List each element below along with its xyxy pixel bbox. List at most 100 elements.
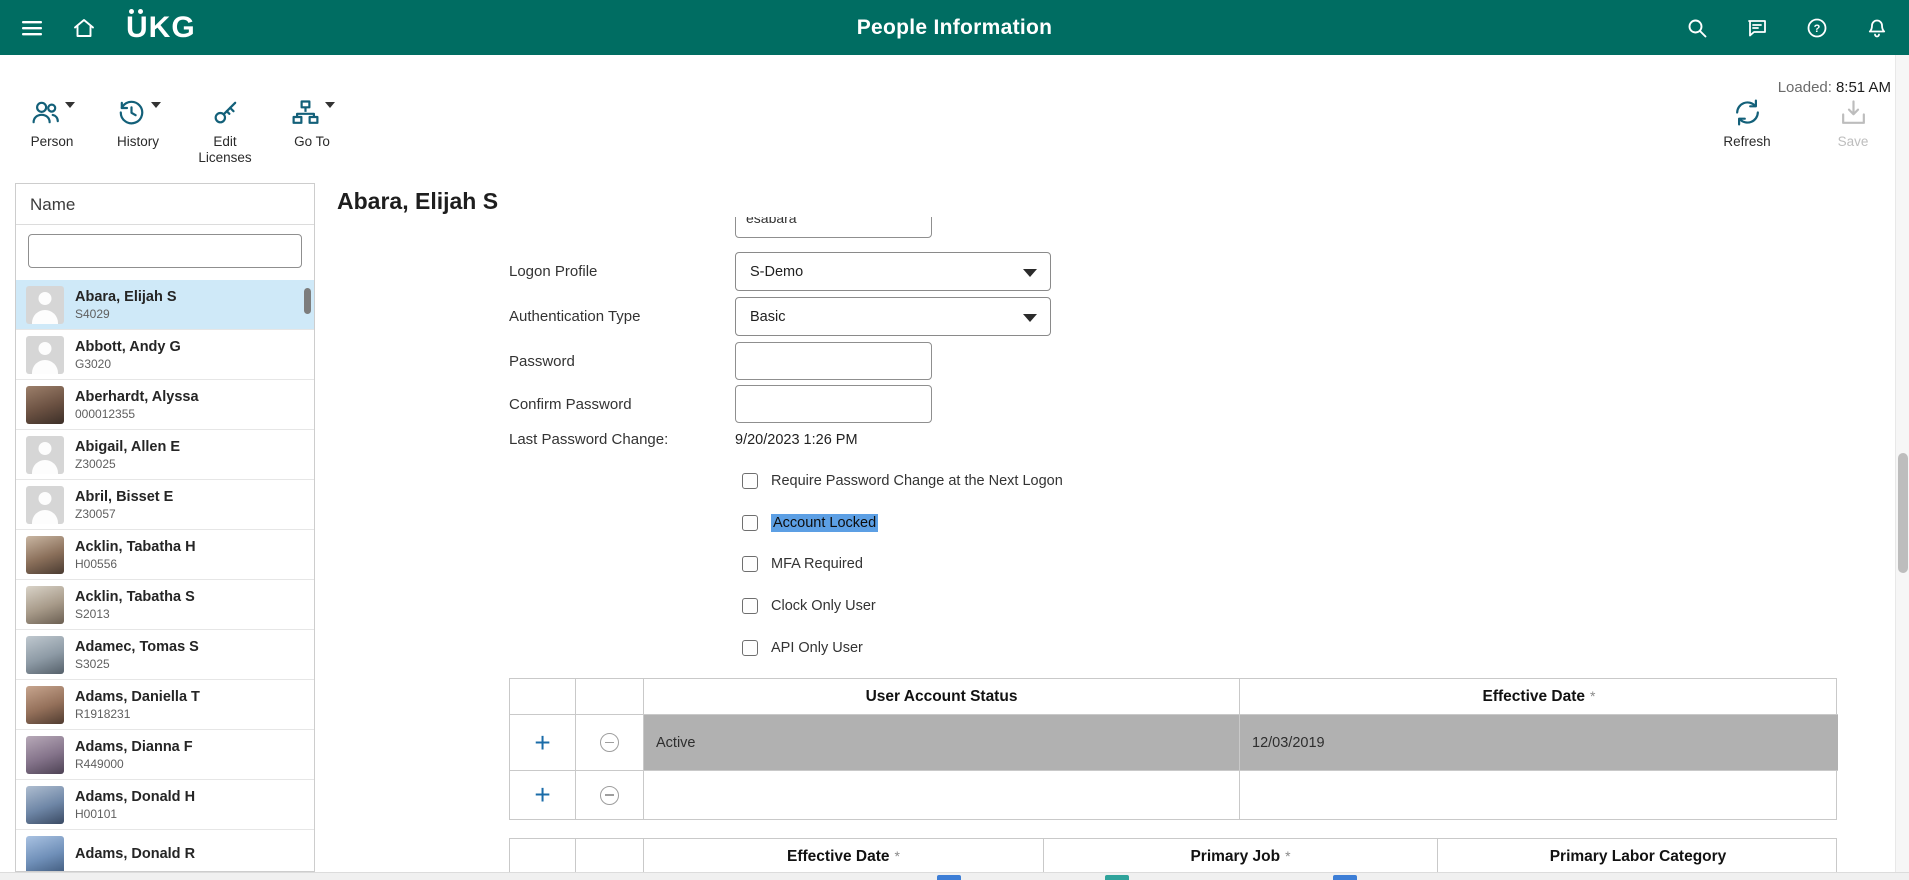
table-corner-cell: [576, 839, 644, 872]
api-only-user-label: API Only User: [771, 640, 863, 656]
person-row[interactable]: Acklin, Tabatha HH00556: [16, 530, 314, 580]
loaded-status: Loaded:8:51 AM: [1778, 79, 1891, 96]
mfa-required-checkbox[interactable]: [742, 556, 758, 572]
status-table-row: +: [510, 771, 1836, 819]
person-row[interactable]: Adams, Daniella T R1918231: [16, 680, 314, 730]
api-only-user-checkbox[interactable]: [742, 640, 758, 656]
notifications-bell-icon[interactable]: [1865, 16, 1889, 40]
person-id: R449000: [75, 757, 193, 771]
username-value: esabara: [746, 217, 797, 226]
avatar: [26, 386, 64, 424]
feedback-icon[interactable]: [1745, 16, 1769, 40]
home-icon[interactable]: [72, 16, 96, 40]
person-caret-icon: [65, 102, 75, 108]
username-input-clipped[interactable]: esabara: [735, 217, 932, 239]
confirm-password-input[interactable]: [735, 385, 932, 423]
loaded-label: Loaded:: [1778, 79, 1832, 96]
person-id: 000012355: [75, 407, 199, 421]
person-row[interactable]: Aberhardt, Alyssa 000012355: [16, 380, 314, 430]
primary-job-header: Primary Job*: [1044, 839, 1438, 872]
primary-job-table: Effective Date* Primary Job* Primary Lab…: [509, 838, 1837, 872]
person-name: Abigail, Allen E: [75, 439, 180, 455]
require-password-change-label: Require Password Change at the Next Logo…: [771, 473, 1063, 489]
require-password-change-checkbox[interactable]: [742, 473, 758, 489]
person-id: G3020: [75, 357, 181, 371]
person-row[interactable]: Abigail, Allen EZ30025: [16, 430, 314, 480]
account-locked-label: Account Locked: [771, 514, 878, 532]
main-scrollbar[interactable]: [1895, 55, 1909, 872]
authentication-type-value: Basic: [750, 309, 785, 325]
edit-licenses-button[interactable]: Edit Licenses: [194, 97, 256, 165]
person-row[interactable]: Adamec, Tomas SS3025: [16, 630, 314, 680]
person-name: Abbott, Andy G: [75, 339, 181, 355]
avatar: [26, 736, 64, 774]
person-row[interactable]: Adams, Donald R: [16, 830, 314, 871]
status-cell[interactable]: [644, 771, 1240, 819]
person-id: H00101: [75, 807, 195, 821]
user-account-status-table: User Account Status Effective Date* + Ac…: [509, 678, 1837, 820]
go-to-button[interactable]: Go To: [282, 97, 342, 165]
table-corner-cell: [510, 839, 576, 872]
person-id: S4029: [75, 307, 177, 321]
ukg-logo-dots: [129, 9, 143, 14]
mfa-required-label: MFA Required: [771, 556, 863, 572]
person-row[interactable]: Adams, Donald H H00101: [16, 780, 314, 830]
avatar: [26, 786, 64, 824]
taskbar-icon: [937, 875, 961, 880]
hamburger-menu-icon[interactable]: [20, 16, 44, 40]
account-locked-checkbox[interactable]: [742, 515, 758, 531]
chevron-down-icon: [1023, 314, 1037, 322]
person-name: Adams, Donald H: [75, 789, 195, 805]
go-to-icon: [290, 97, 321, 128]
avatar: [26, 336, 64, 374]
people-list: Abara, Elijah SS4029 Abbott, Andy G G3020…: [16, 280, 314, 871]
taskbar-icon: [1105, 875, 1129, 880]
name-search-input[interactable]: [28, 234, 302, 268]
password-input[interactable]: [735, 342, 932, 380]
authentication-type-select[interactable]: Basic: [735, 297, 1051, 336]
avatar: [26, 586, 64, 624]
search-icon[interactable]: [1685, 16, 1709, 40]
ukg-logo[interactable]: UKG: [126, 13, 196, 43]
logon-profile-select[interactable]: S-Demo: [735, 252, 1051, 291]
people-sidebar: Name Abara, Elijah SS4029 Abbott, Andy G…: [15, 183, 315, 872]
main-scrollbar-thumb[interactable]: [1898, 453, 1908, 573]
person-row[interactable]: Adams, Dianna FR449000: [16, 730, 314, 780]
clock-only-user-checkbox[interactable]: [742, 598, 758, 614]
user-account-status-header: User Account Status: [644, 679, 1240, 715]
history-icon: [116, 97, 147, 128]
history-button-label: History: [117, 134, 159, 150]
refresh-icon: [1732, 97, 1763, 128]
person-row[interactable]: Acklin, Tabatha SS2013: [16, 580, 314, 630]
person-name: Adams, Donald R: [75, 846, 195, 862]
status-cell[interactable]: Active: [644, 715, 1240, 771]
save-button[interactable]: Save: [1823, 97, 1883, 150]
avatar: [26, 286, 64, 324]
remove-row-icon[interactable]: [600, 786, 619, 805]
avatar: [26, 436, 64, 474]
person-button[interactable]: Person: [22, 97, 82, 165]
logon-profile-label: Logon Profile: [509, 263, 735, 280]
add-row-icon[interactable]: +: [534, 729, 550, 757]
refresh-button[interactable]: Refresh: [1717, 97, 1777, 150]
avatar: [26, 486, 64, 524]
remove-row-icon[interactable]: [600, 733, 619, 752]
effective-date-cell[interactable]: 12/03/2019: [1240, 715, 1838, 771]
taskbar-edge: [0, 872, 1909, 880]
avatar: [26, 536, 64, 574]
last-password-change-label: Last Password Change:: [509, 431, 735, 448]
effective-date-header: Effective Date*: [644, 839, 1044, 872]
person-row[interactable]: Abara, Elijah SS4029: [16, 280, 314, 330]
add-row-icon[interactable]: +: [534, 781, 550, 809]
person-row[interactable]: Abbott, Andy G G3020: [16, 330, 314, 380]
person-id: R1918231: [75, 707, 200, 721]
effective-date-cell[interactable]: [1240, 771, 1838, 819]
person-row[interactable]: Abril, Bisset EZ30057: [16, 480, 314, 530]
effective-date-header: Effective Date*: [1240, 679, 1838, 715]
person-name: Adams, Daniella T: [75, 689, 200, 705]
history-button[interactable]: History: [108, 97, 168, 165]
sidebar-scrollbar-thumb[interactable]: [304, 288, 311, 314]
person-name: Aberhardt, Alyssa: [75, 389, 199, 405]
loaded-time: 8:51 AM: [1836, 79, 1891, 96]
help-icon[interactable]: ?: [1805, 16, 1829, 40]
